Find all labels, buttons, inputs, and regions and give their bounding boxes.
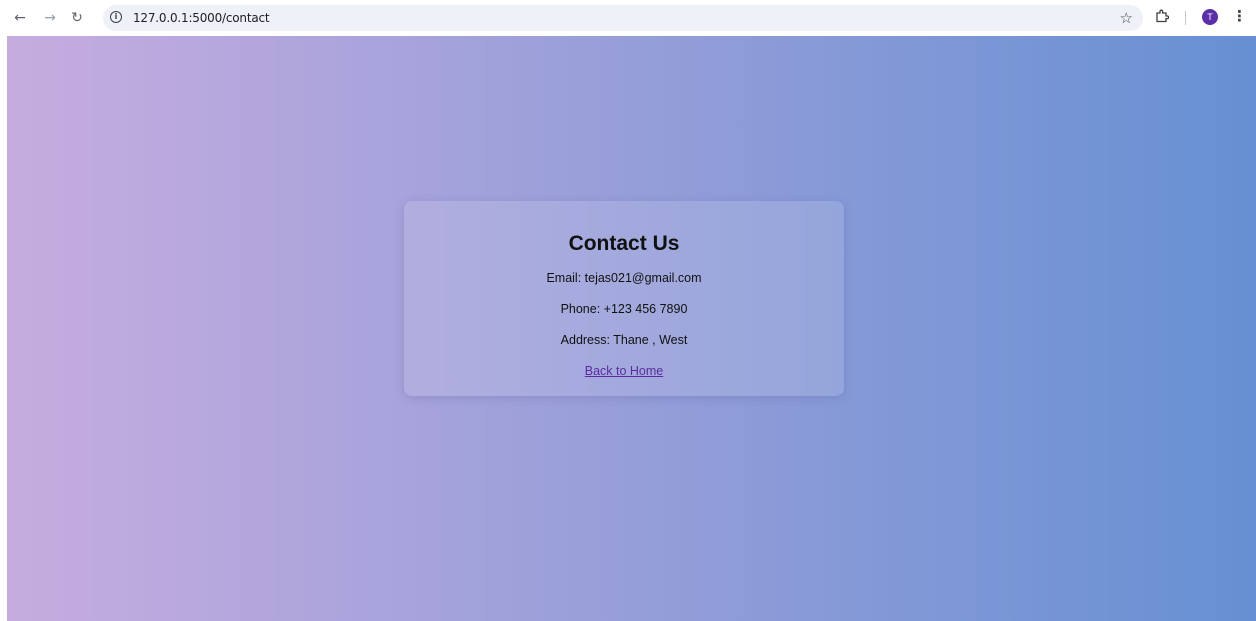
- url-text[interactable]: 127.0.0.1:5000/contact: [133, 11, 270, 25]
- back-arrow-icon[interactable]: ←: [8, 6, 32, 30]
- contact-card: Contact Us Email: tejas021@gmail.com Pho…: [404, 201, 844, 396]
- bookmark-star-icon[interactable]: ☆: [1120, 9, 1133, 27]
- back-link-container: Back to Home: [404, 364, 844, 378]
- address-text: Address: Thane , West: [560, 333, 688, 347]
- phone-text: Phone: +123 456 7890: [560, 302, 688, 316]
- page-title: Contact Us: [568, 232, 680, 255]
- extensions-icon[interactable]: [1155, 9, 1169, 23]
- address-bar[interactable]: i 127.0.0.1:5000/contact ☆: [103, 5, 1143, 31]
- reload-icon[interactable]: ↻: [65, 6, 89, 30]
- toolbar-divider: [1185, 11, 1186, 25]
- profile-avatar[interactable]: T: [1202, 9, 1218, 25]
- menu-dots-icon[interactable]: ⋮: [1232, 7, 1247, 25]
- browser-toolbar: ← → ↻ i 127.0.0.1:5000/contact ☆ T ⋮: [0, 0, 1256, 36]
- forward-arrow-icon[interactable]: →: [38, 6, 62, 30]
- email-text: Email: tejas021@gmail.com: [546, 271, 702, 285]
- site-info-icon[interactable]: i: [110, 11, 122, 23]
- back-to-home-link[interactable]: Back to Home: [585, 364, 664, 378]
